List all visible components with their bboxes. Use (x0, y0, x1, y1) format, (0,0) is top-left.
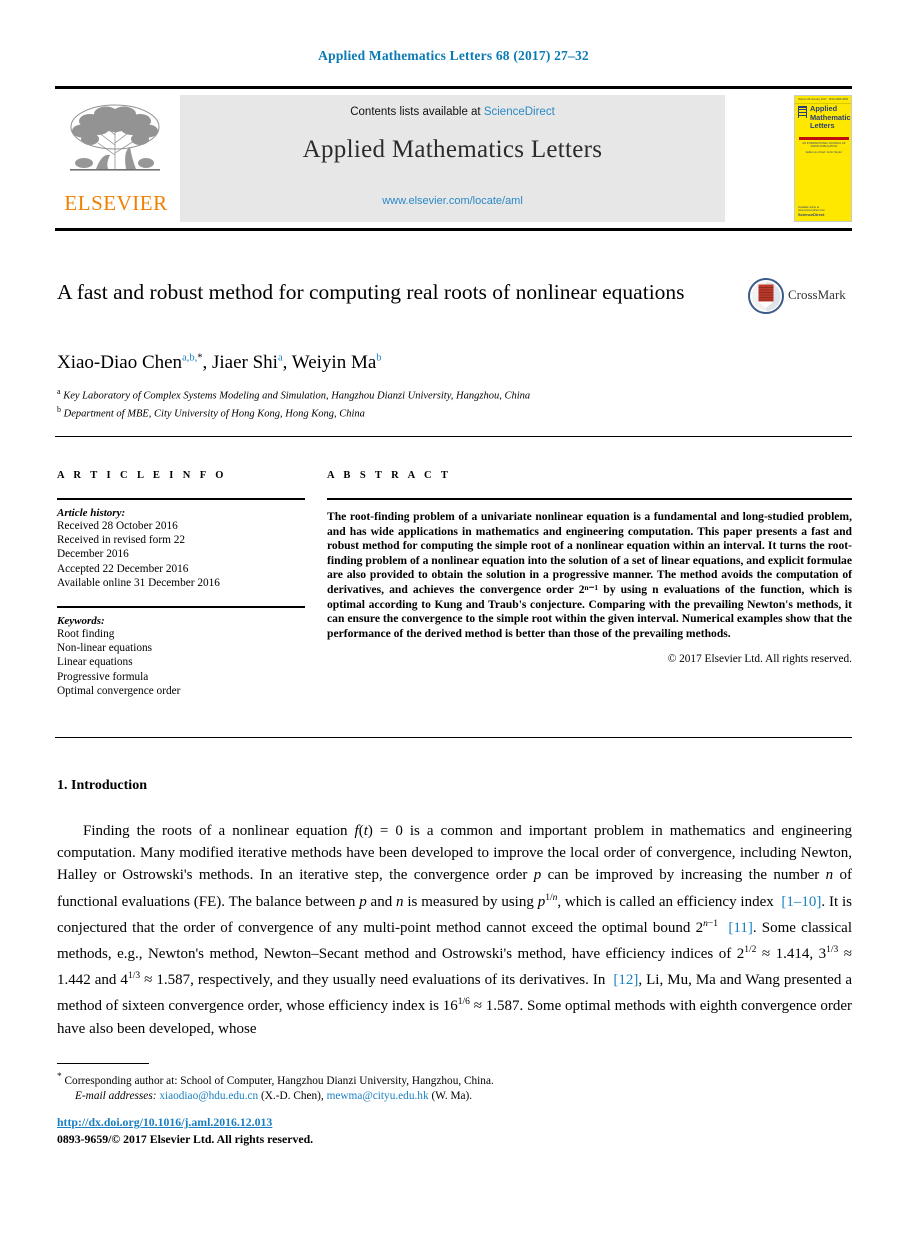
keyword-item: Root finding (57, 628, 115, 641)
author-2: Jiaer Shia (212, 352, 283, 373)
abstract-column: A B S T R A C T The root-finding problem… (327, 470, 852, 665)
keyword-item: Progressive formula (57, 670, 149, 683)
abstract-bottom-rule (55, 737, 852, 738)
footnote-block: * Corresponding author at: School of Com… (57, 1070, 852, 1104)
email-link-1[interactable]: xiaodiao@hdu.edu.cn (159, 1090, 258, 1102)
contents-prefix: Contents lists available at (350, 106, 484, 118)
contents-available-line: Contents lists available at ScienceDirec… (180, 106, 725, 118)
affiliation-a-text: Key Laboratory of Complex Systems Modeli… (63, 390, 531, 402)
doi-link[interactable]: http://dx.doi.org/10.1016/j.aml.2016.12.… (57, 1115, 657, 1130)
email-label: E-mail addresses: (75, 1089, 157, 1102)
email-2-owner: (W. Ma). (431, 1089, 473, 1102)
author-list: Xiao-Diao Chena,b,*, Jiaer Shia, Weiyin … (57, 352, 757, 374)
affiliation-b-mark: b (57, 405, 61, 414)
affiliation-a-mark: a (57, 387, 61, 396)
article-history-label: Article history: (57, 507, 126, 519)
running-head: Applied Mathematics Letters 68 (2017) 27… (318, 48, 589, 63)
author-sep-1: , (202, 352, 212, 373)
author-1-name: Xiao-Diao Chen (57, 352, 183, 373)
keyword-item: Optimal convergence order (57, 684, 181, 697)
footnote-rule (57, 1063, 149, 1064)
abstract-heading: A B S T R A C T (327, 470, 452, 481)
affiliation-list: a Key Laboratory of Complex Systems Mode… (57, 385, 697, 421)
cover-red-bar (799, 137, 849, 141)
cover-footer-line2: ScienceDirect (798, 212, 825, 217)
cover-footer: Available online at www.sciencedirect.co… (798, 206, 838, 217)
history-item: Available online 31 December 2016 (57, 576, 220, 589)
affiliation-b-text: Department of MBE, City University of Ho… (63, 408, 365, 420)
elsevier-tree-icon (70, 104, 160, 171)
paper-page: Applied Mathematics Letters 68 (2017) 27… (0, 0, 907, 1238)
history-item: Accepted 22 December 2016 (57, 562, 189, 575)
keywords-rule (57, 606, 305, 609)
journal-title: Applied Mathematics Letters (302, 136, 603, 163)
history-item: Received in revised form 22 (57, 534, 185, 547)
corresponding-author-note: * Corresponding author at: School of Com… (57, 1072, 494, 1087)
keyword-item: Non-linear equations (57, 642, 153, 655)
author-1-marks: a,b, (182, 352, 198, 364)
author-3-marks: b (376, 352, 382, 364)
elsevier-logo: ELSEVIER (60, 99, 170, 219)
cover-subtitle: AN INTERNATIONAL JOURNAL OF RAPID PUBLIC… (802, 142, 846, 148)
author-3-name: Weiyin Ma (291, 352, 377, 373)
cover-volume-text: Volume 68 January 2017 (798, 97, 827, 101)
email-note: E-mail addresses: xiaodiao@hdu.edu.cn (X… (57, 1089, 852, 1104)
article-info-heading: A R T I C L E I N F O (57, 470, 227, 481)
keyword-item: Linear equations (57, 656, 133, 669)
section-heading-introduction: 1. Introduction (57, 778, 147, 793)
crossmark-icon (748, 278, 784, 314)
cover-editor-line: Editor-in-Chief: John Taylor (805, 150, 843, 154)
elsevier-wordmark: ELSEVIER (64, 191, 168, 215)
affiliation-a: a Key Laboratory of Complex Systems Mode… (57, 385, 697, 403)
journal-cover-thumbnail: Volume 68 January 2017 ISSN 0893-9659 Ap… (794, 95, 852, 222)
keywords-label: Keywords: (57, 615, 105, 628)
article-info-column: A R T I C L E I N F O Article history: R… (57, 470, 305, 698)
introduction-paragraph: Finding the roots of a nonlinear equatio… (57, 820, 852, 1040)
author-2-name: Jiaer Shi (211, 352, 278, 373)
author-1: Xiao-Diao Chena,b,* (57, 352, 202, 373)
affiliation-b: b Department of MBE, City University of … (57, 403, 697, 421)
cover-title: Applied Mathematics Letters (810, 104, 851, 131)
abstract-text: The root-finding problem of a univariate… (327, 510, 852, 640)
crossmark-badge[interactable]: CrossMark (748, 278, 852, 318)
abstract-rule (327, 498, 852, 500)
history-item: Received 28 October 2016 (57, 520, 178, 532)
email-1-owner: (X.-D. Chen), (261, 1089, 324, 1102)
page-title: A fast and robust method for computing r… (57, 280, 685, 304)
journal-url-link[interactable]: www.elsevier.com/locate/aml (180, 195, 725, 207)
info-top-rule (55, 436, 852, 437)
masthead-bottom-rule (55, 228, 852, 231)
journal-masthead: ELSEVIER Contents lists available at Sci… (55, 95, 852, 222)
article-info-rule (57, 498, 305, 500)
introduction-paragraph-text: Finding the roots of a nonlinear equatio… (57, 823, 853, 1037)
masthead-top-rule (55, 86, 852, 89)
sciencedirect-link[interactable]: ScienceDirect (484, 106, 555, 118)
author-sep-2: , (282, 352, 292, 373)
cover-publisher-badge (798, 106, 807, 118)
crossmark-label: CrossMark (788, 287, 846, 302)
cover-issn-text: ISSN 0893-9659 (828, 97, 848, 101)
cover-title-line3: Letters (810, 121, 835, 131)
cover-top-band: Volume 68 January 2017 ISSN 0893-9659 (795, 96, 851, 104)
footer-block: http://dx.doi.org/10.1016/j.aml.2016.12.… (57, 1115, 657, 1147)
keywords-block: Keywords: Root finding Non-linear equati… (57, 606, 305, 698)
history-item: December 2016 (57, 548, 129, 561)
abstract-copyright: © 2017 Elsevier Ltd. All rights reserved… (667, 653, 852, 666)
author-3: Weiyin Mab (292, 352, 382, 373)
email-link-2[interactable]: mewma@cityu.edu.hk (327, 1090, 429, 1102)
issn-copyright-line: 0893-9659/© 2017 Elsevier Ltd. All right… (57, 1132, 314, 1146)
